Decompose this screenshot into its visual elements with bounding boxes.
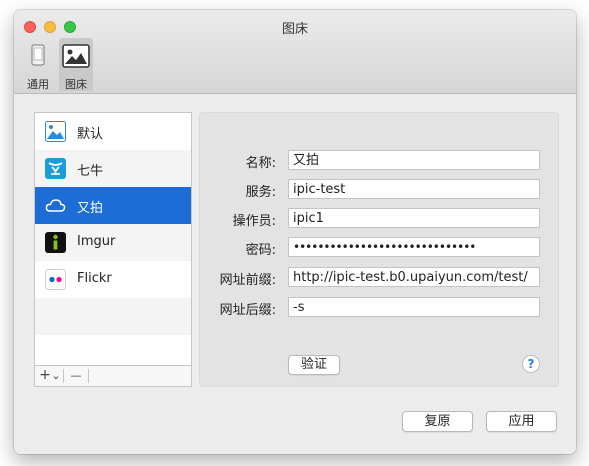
password-field[interactable]: •••••••••••••••••••••••••••••• [288, 237, 540, 257]
window-title: 图床 [281, 22, 308, 37]
service-item-flickr[interactable]: Flickr [35, 261, 191, 298]
toolbar-tab-image-host[interactable]: 图床 [59, 38, 93, 91]
toolbar-tab-label: 图床 [65, 78, 87, 91]
service-item-default[interactable]: 默认 [35, 113, 191, 150]
service-item-label: 七牛 [77, 164, 104, 179]
service-list: 默认 七牛 又拍 Imgur Flickr [34, 112, 192, 367]
service-item-label: Flickr [77, 271, 112, 286]
flickr-icon [45, 269, 66, 290]
service-label: 服务: [245, 185, 276, 200]
url-prefix-label: 网址前缀: [219, 273, 276, 288]
url-suffix-label: 网址后缀: [219, 303, 276, 318]
service-item-imgur[interactable]: Imgur [35, 224, 191, 261]
image-icon [62, 44, 90, 68]
service-item-label: 默认 [77, 127, 104, 142]
service-item-label: 又拍 [77, 201, 104, 216]
list-empty-row [35, 298, 191, 335]
qiniu-icon [45, 158, 66, 179]
divider [88, 369, 89, 383]
revert-button[interactable]: 复原 [402, 411, 473, 432]
url-suffix-field[interactable]: -s [288, 297, 540, 317]
phone-icon [31, 44, 45, 66]
toolbar-tab-general[interactable]: 通用 [21, 38, 55, 91]
divider [63, 369, 64, 383]
apply-button[interactable]: 应用 [486, 411, 557, 432]
service-field[interactable]: ipic-test [288, 179, 540, 199]
remove-service-button[interactable]: — [65, 366, 87, 386]
service-item-upyun[interactable]: 又拍 [35, 187, 191, 224]
list-controls: + ⌄ — [34, 365, 192, 387]
url-prefix-field[interactable]: http://ipic-test.b0.upaiyun.com/test/ [288, 267, 540, 287]
name-label: 名称: [245, 156, 276, 171]
preferences-window: 图床 通用 图床 默认 七牛 又拍 Imgur Flickr + ⌄ — 名称:… [14, 10, 576, 454]
imgur-icon [45, 232, 66, 253]
titlebar: 图床 通用 图床 [14, 10, 576, 94]
verify-button[interactable]: 验证 [288, 355, 340, 375]
operator-label: 操作员: [232, 214, 276, 229]
add-menu-chevron-icon[interactable]: ⌄ [51, 366, 61, 386]
service-item-qiniu[interactable]: 七牛 [35, 150, 191, 187]
help-icon[interactable]: ? [522, 355, 540, 373]
operator-field[interactable]: ipic1 [288, 208, 540, 228]
default-image-icon [45, 121, 66, 142]
service-item-label: Imgur [77, 234, 116, 249]
settings-panel: 名称: 又拍 服务: ipic-test 操作员: ipic1 密码: ••••… [199, 112, 559, 387]
name-field[interactable]: 又拍 [288, 150, 540, 170]
upyun-cloud-icon [45, 199, 66, 212]
password-label: 密码: [245, 243, 276, 258]
